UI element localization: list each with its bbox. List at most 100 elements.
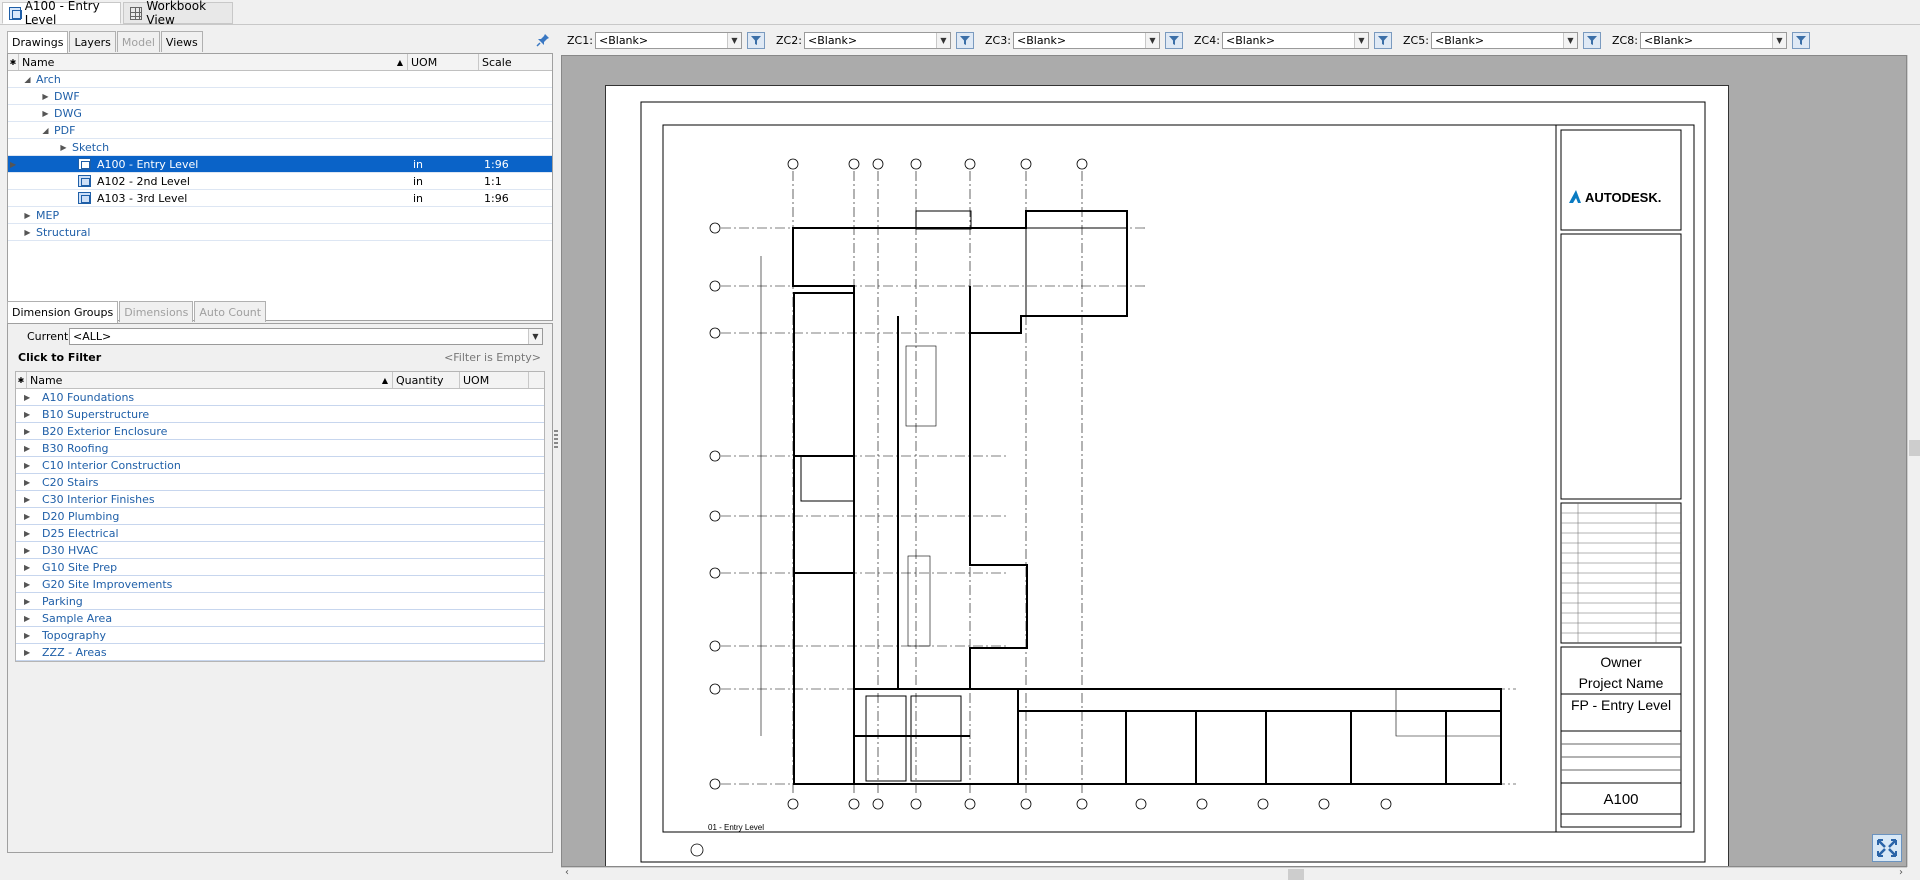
dimension-group-row[interactable]: ▶ C20 Stairs (16, 474, 544, 491)
logo-text: AUTODESK. (1585, 190, 1661, 205)
column-uom[interactable]: UOM (460, 372, 529, 388)
expand-icon[interactable]: ▶ (41, 92, 50, 101)
expand-icon[interactable]: ▶ (24, 546, 32, 555)
dimension-group-row[interactable]: ▶ G10 Site Prep (16, 559, 544, 576)
zone-filter-button[interactable] (1165, 31, 1183, 49)
expand-icon[interactable]: ▶ (24, 478, 32, 487)
filter-bar[interactable]: Click to Filter <Filter is Empty> (15, 350, 545, 365)
zone-filter-button[interactable] (1374, 31, 1392, 49)
expand-icon[interactable]: ▶ (59, 143, 68, 152)
tree-item-a103[interactable]: A103 - 3rd Level in 1:96 (8, 190, 552, 207)
expand-icon[interactable]: ▶ (24, 597, 32, 606)
dimension-group-row[interactable]: ▶ B10 Superstructure (16, 406, 544, 423)
vertical-scrollbar[interactable] (1907, 55, 1920, 867)
zone-dropdown[interactable]: <Blank> ▼ (804, 31, 951, 49)
expand-icon[interactable]: ▶ (24, 512, 32, 521)
expand-icon[interactable]: ▶ (24, 563, 32, 572)
expand-icon[interactable]: ▶ (24, 580, 32, 589)
horizontal-scroll-thumb[interactable] (1288, 869, 1304, 880)
pin-icon[interactable] (535, 31, 551, 49)
expand-icon[interactable]: ▶ (24, 427, 32, 436)
tab-views[interactable]: Views (160, 31, 203, 52)
scroll-left-icon[interactable]: ‹ (565, 867, 569, 878)
collapse-icon[interactable]: ◢ (23, 75, 32, 84)
dimension-group-row[interactable]: ▶ ZZZ - Areas (16, 644, 544, 661)
expand-icon[interactable]: ▶ (24, 631, 32, 640)
tree-item-a100[interactable]: ▶ A100 - Entry Level in 1:96 (8, 156, 552, 173)
fit-to-window-icon[interactable] (1872, 834, 1902, 862)
dimension-group-row[interactable]: ▶ G20 Site Improvements (16, 576, 544, 593)
dimension-group-row[interactable]: ▶ Parking (16, 593, 544, 610)
current-dropdown[interactable]: <ALL> ▼ (69, 328, 543, 345)
expand-icon[interactable]: ▶ (24, 614, 32, 623)
zone-filter-button[interactable] (1792, 31, 1810, 49)
zone-dropdown[interactable]: <Blank> ▼ (1640, 31, 1787, 49)
column-scale[interactable]: Scale (479, 54, 551, 70)
document-tab-bar: A100 - Entry Level Workbook View (0, 0, 1920, 27)
dimension-group-row[interactable]: ▶ B30 Roofing (16, 440, 544, 457)
tree-item-arch[interactable]: ◢ Arch (8, 71, 552, 88)
tree-item-sketch[interactable]: ▶ Sketch (8, 139, 552, 156)
expand-icon[interactable]: ▶ (24, 393, 32, 402)
expand-icon[interactable]: ▶ (23, 211, 32, 220)
expand-icon[interactable]: ▶ (24, 410, 32, 419)
zone-filter-button[interactable] (1583, 31, 1601, 49)
dimension-group-row[interactable]: ▶ D30 HVAC (16, 542, 544, 559)
column-name[interactable]: Name ▲ (19, 54, 408, 70)
expand-icon[interactable]: ▶ (41, 109, 50, 118)
owner-text: Owner (1600, 654, 1642, 670)
zone-dropdown[interactable]: <Blank> ▼ (1222, 31, 1369, 49)
expand-icon[interactable]: ▶ (24, 461, 32, 470)
zone-filter-button[interactable] (747, 31, 765, 49)
drawings-grid-header: ✱ Name ▲ UOM Scale (8, 54, 552, 71)
expand-icon[interactable]: ▶ (24, 529, 32, 538)
tab-layers[interactable]: Layers (69, 31, 116, 52)
tree-item-mep[interactable]: ▶ MEP (8, 207, 552, 224)
dimension-group-row[interactable]: ▶ Sample Area (16, 610, 544, 627)
tree-item-dwf[interactable]: ▶ DWF (8, 88, 552, 105)
tab-workbook-view[interactable]: Workbook View (123, 0, 233, 27)
options-icon[interactable]: ✱ (8, 54, 19, 70)
autodesk-logo-icon (1569, 190, 1581, 203)
collapse-icon[interactable]: ◢ (41, 126, 50, 135)
column-name[interactable]: Name ▲ (27, 372, 393, 388)
expand-icon[interactable]: ▶ (24, 444, 32, 453)
dimension-group-row[interactable]: ▶ Topography (16, 627, 544, 644)
panel-splitter[interactable] (554, 430, 558, 448)
filter-icon (1796, 35, 1806, 45)
dimension-group-row[interactable]: ▶ D25 Electrical (16, 525, 544, 542)
drawing-viewport[interactable]: AUTODESK. Owner Project Name FP - Entry … (561, 55, 1907, 867)
zone-dropdown[interactable]: <Blank> ▼ (1013, 31, 1160, 49)
zone-dropdown[interactable]: <Blank> ▼ (595, 31, 742, 49)
tree-item-pdf[interactable]: ◢ PDF (8, 122, 552, 139)
expand-icon[interactable]: ▶ (23, 228, 32, 237)
tab-a100-entry-level[interactable]: A100 - Entry Level (2, 0, 121, 27)
tab-dimension-groups[interactable]: Dimension Groups (7, 301, 119, 323)
tab-drawings[interactable]: Drawings (7, 31, 69, 53)
tab-model[interactable]: Model (116, 31, 160, 52)
drawing-icon (78, 192, 91, 204)
scroll-right-icon[interactable]: › (1899, 867, 1903, 878)
dimension-group-label: Sample Area (42, 611, 113, 625)
tree-item-structural[interactable]: ▶ Structural (8, 224, 552, 241)
column-uom[interactable]: UOM (408, 54, 479, 70)
dimension-group-row[interactable]: ▶ C10 Interior Construction (16, 457, 544, 474)
dimension-group-row[interactable]: ▶ C30 Interior Finishes (16, 491, 544, 508)
tab-dimensions[interactable]: Dimensions (119, 301, 194, 322)
tab-auto-count[interactable]: Auto Count (194, 301, 267, 322)
zone-dropdown[interactable]: <Blank> ▼ (1431, 31, 1578, 49)
dimension-group-label: G10 Site Prep (42, 560, 118, 574)
tree-item-a102[interactable]: A102 - 2nd Level in 1:1 (8, 173, 552, 190)
tree-item-dwg[interactable]: ▶ DWG (8, 105, 552, 122)
vertical-scroll-thumb[interactable] (1909, 440, 1920, 456)
dimension-group-row[interactable]: ▶ A10 Foundations (16, 389, 544, 406)
expand-icon[interactable]: ▶ (24, 495, 32, 504)
options-icon[interactable]: ✱ (16, 372, 27, 388)
dimension-group-row[interactable]: ▶ B20 Exterior Enclosure (16, 423, 544, 440)
dimension-group-row[interactable]: ▶ D20 Plumbing (16, 508, 544, 525)
zone-filter-button[interactable] (956, 31, 974, 49)
zone-value: <Blank> (599, 33, 649, 47)
column-quantity[interactable]: Quantity (393, 372, 460, 388)
horizontal-scrollbar[interactable]: ‹ › (561, 867, 1907, 880)
expand-icon[interactable]: ▶ (24, 648, 32, 657)
